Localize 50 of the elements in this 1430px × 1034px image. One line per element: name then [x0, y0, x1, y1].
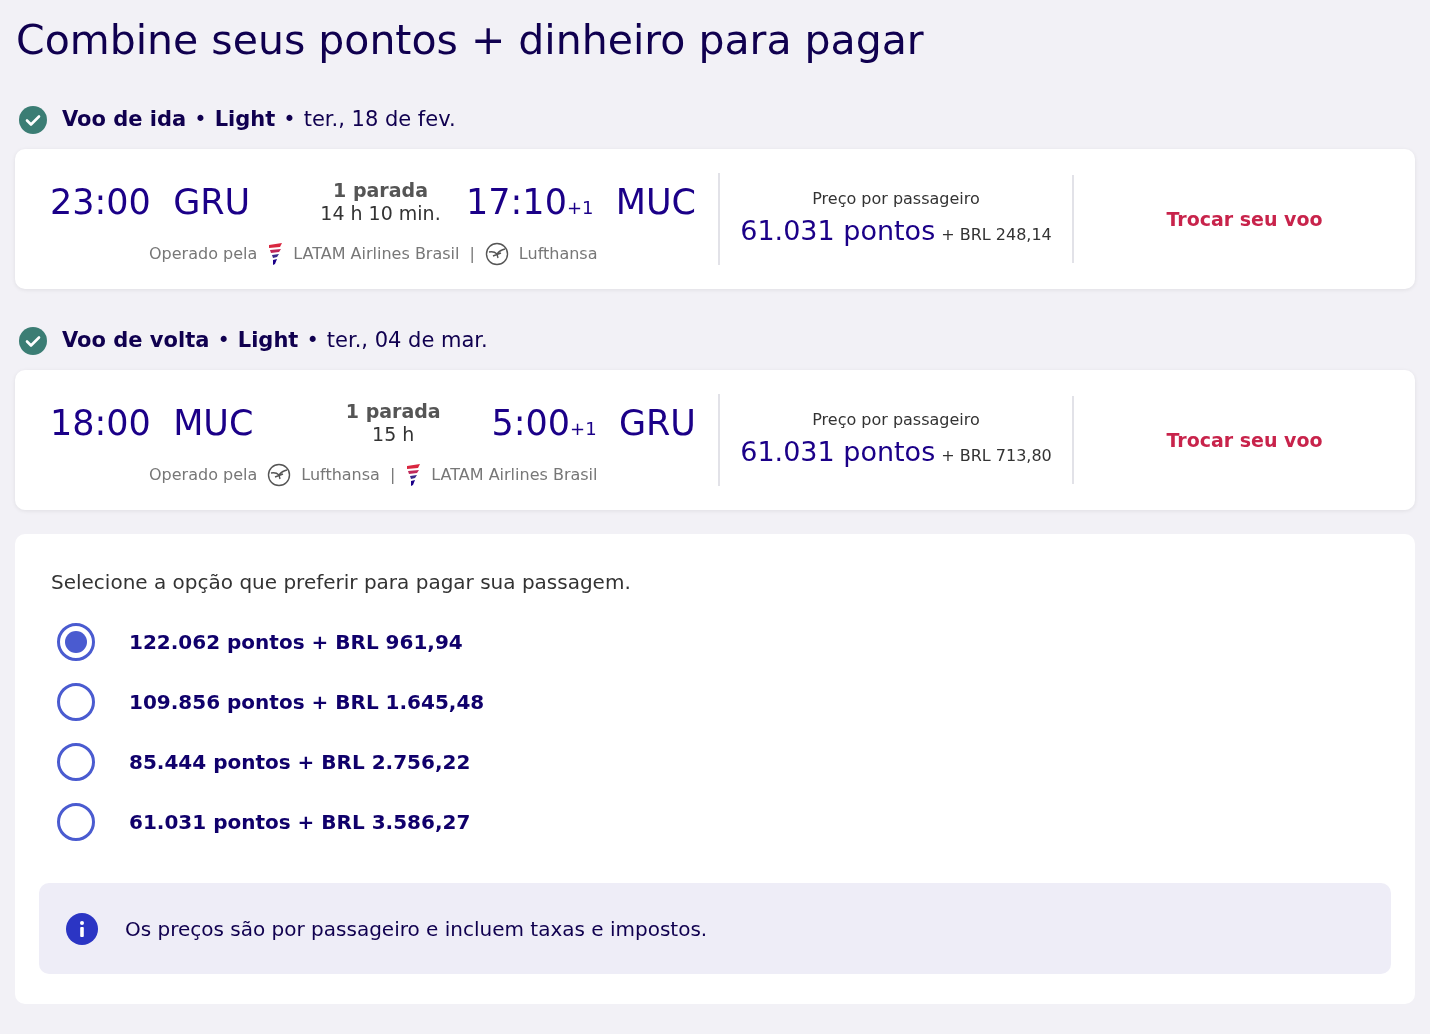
- leg-label: Voo de ida: [62, 106, 187, 134]
- carrier-separator: |: [389, 464, 396, 486]
- payment-option[interactable]: 61.031 pontos + BRL 3.586,27: [57, 803, 1391, 841]
- price-label: Preço por passageiro: [812, 408, 980, 431]
- departure-time: 18:00 MUC: [50, 401, 255, 445]
- carrier-separator: |: [469, 243, 475, 265]
- arrival-time: 17:10+1 MUC: [466, 180, 696, 224]
- carrier-name: Lufthansa: [518, 243, 598, 265]
- carrier-name: LATAM Airlines Brasil: [293, 243, 460, 265]
- separator-dot: •: [283, 106, 296, 134]
- stops-count: 1 parada: [345, 400, 441, 423]
- cash-price: + BRL 713,80: [941, 444, 1052, 467]
- separator-dot: •: [194, 106, 207, 134]
- operated-by-label: Operado pela: [149, 464, 258, 486]
- separator-dot: •: [217, 327, 230, 355]
- leg-date: ter., 18 de fev.: [303, 106, 456, 134]
- stripes-logo-icon: [267, 242, 284, 266]
- points-price: 61.031 pontos: [740, 213, 936, 248]
- crane-logo-icon: [267, 463, 292, 487]
- stops-count: 1 parada: [333, 179, 428, 202]
- payment-option[interactable]: 85.444 pontos + BRL 2.756,22: [57, 743, 1391, 781]
- radio-button[interactable]: [57, 803, 95, 841]
- radio-button[interactable]: [57, 623, 95, 661]
- stripes-logo-icon: [405, 463, 422, 487]
- radio-button[interactable]: [57, 683, 95, 721]
- cash-price: + BRL 248,14: [941, 223, 1052, 246]
- operated-by-label: Operado pela: [149, 243, 258, 265]
- info-message: Os preços são por passageiro e incluem taxas e impostos.: [125, 915, 708, 943]
- change-flight-link[interactable]: Trocar seu voo: [1166, 204, 1323, 234]
- carrier-name: Lufthansa: [301, 464, 380, 486]
- payment-option[interactable]: 109.856 pontos + BRL 1.645,48: [57, 683, 1391, 721]
- arrival-time: 5:00+1 GRU: [491, 401, 696, 445]
- separator-dot: •: [306, 327, 319, 355]
- payment-prompt: Selecione a opção que preferir para pagar sua passagem.: [51, 569, 632, 596]
- carrier-name: LATAM Airlines Brasil: [431, 464, 598, 486]
- points-price: 61.031 pontos: [740, 434, 936, 469]
- page-title: Combine seus pontos + dinheiro para pagar: [16, 15, 925, 66]
- radio-button[interactable]: [57, 743, 95, 781]
- fare-name: Light: [237, 327, 299, 355]
- flight-duration: 15 h: [372, 423, 415, 446]
- price-label: Preço por passageiro: [812, 187, 980, 210]
- change-flight-link[interactable]: Trocar seu voo: [1166, 425, 1323, 455]
- crane-logo-icon: [484, 242, 509, 266]
- fare-name: Light: [214, 106, 276, 134]
- leg-label: Voo de volta: [62, 327, 210, 355]
- info-icon: [66, 912, 98, 945]
- leg-date: ter., 04 de mar.: [326, 327, 488, 355]
- payment-option[interactable]: 122.062 pontos + BRL 961,94: [57, 623, 1391, 661]
- flight-duration: 14 h 10 min.: [320, 202, 441, 225]
- departure-time: 23:00 GRU: [50, 180, 252, 224]
